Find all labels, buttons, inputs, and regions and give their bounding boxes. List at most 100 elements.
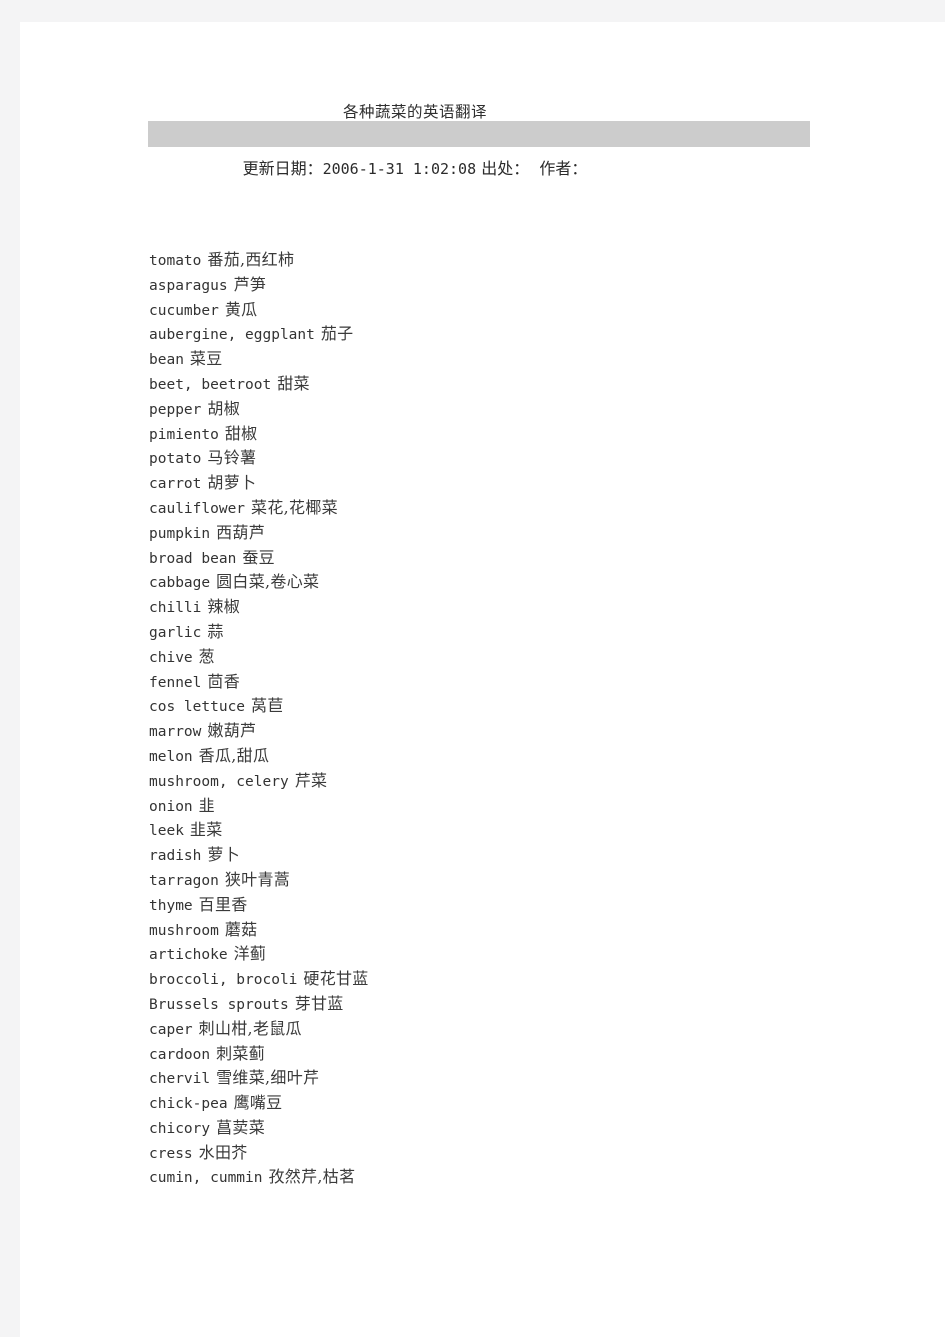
list-item: radish 萝卜 — [149, 843, 849, 868]
vegetable-english-name: garlic — [149, 624, 202, 641]
vegetable-english-name: cos lettuce — [149, 699, 246, 716]
vegetable-chinese-name: 蚕豆 — [242, 547, 275, 567]
vegetable-chinese-name: 雪维菜,细叶芹 — [216, 1068, 320, 1088]
document-page: 各种蔬菜的英语翻译 更新日期：2006-1-31 1:02:08 出处： 作者：… — [20, 22, 945, 1337]
vegetable-english-name: onion — [149, 798, 193, 815]
list-item: fennel 茴香 — [149, 670, 849, 695]
header-divider-bar — [148, 121, 810, 147]
update-date-value: 2006-1-31 1:02:08 — [322, 160, 477, 178]
vegetable-chinese-name: 圆白菜,卷心菜 — [216, 572, 320, 592]
vegetable-chinese-name: 芦笋 — [233, 274, 267, 294]
vegetable-translation-list: tomato 番茄,西红柿 asparagus 芦笋 cucumber 黄瓜 aubergi… — [149, 248, 849, 1190]
vegetable-chinese-name: 百里香 — [198, 894, 248, 914]
vegetable-english-name: chive — [149, 649, 193, 666]
vegetable-english-name: broccoli, brocoli — [149, 972, 298, 989]
vegetable-chinese-name: 香瓜,甜瓜 — [198, 745, 270, 765]
list-item: cucumber 黄瓜 — [149, 298, 849, 323]
list-item: leek 韭菜 — [149, 818, 849, 843]
list-item: potato 马铃薯 — [149, 446, 849, 471]
vegetable-chinese-name: 硬花甘蓝 — [303, 969, 369, 989]
list-item: Brussels sprouts 芽甘蓝 — [149, 992, 849, 1017]
list-item: pepper 胡椒 — [149, 397, 849, 422]
list-item: marrow 嫩葫芦 — [149, 719, 849, 744]
vegetable-english-name: cauliflower — [149, 500, 246, 517]
vegetable-english-name: Brussels sprouts — [149, 996, 289, 1013]
vegetable-english-name: asparagus — [149, 277, 228, 294]
list-item: cumin, cummin 孜然芹,枯茗 — [149, 1165, 849, 1190]
vegetable-chinese-name: 刺山柑,老鼠瓜 — [198, 1018, 302, 1038]
vegetable-chinese-name: 甜椒 — [224, 423, 258, 443]
vegetable-chinese-name: 嫩葫芦 — [207, 721, 257, 741]
vegetable-english-name: tomato — [149, 253, 202, 269]
list-item: tomato 番茄,西红柿 — [149, 248, 849, 273]
vegetable-english-name: melon — [149, 748, 193, 765]
vegetable-english-name: chicory — [149, 1120, 211, 1137]
vegetable-english-name: broad bean — [149, 550, 237, 567]
vegetable-chinese-name: 蒜 — [207, 621, 224, 641]
vegetable-english-name: carrot — [149, 476, 202, 493]
article-meta-line: 更新日期：2006-1-31 1:02:08 出处： 作者： — [20, 155, 810, 179]
vegetable-chinese-name: 韭 — [198, 795, 215, 815]
list-item: mushroom 蘑菇 — [149, 918, 849, 943]
list-item: aubergine, eggplant 茄子 — [149, 322, 849, 347]
list-item: chive 葱 — [149, 645, 849, 670]
vegetable-english-name: chervil — [149, 1071, 211, 1088]
vegetable-chinese-name: 辣椒 — [207, 597, 240, 617]
list-item: chervil 雪维菜,细叶芹 — [149, 1066, 849, 1091]
list-item: melon 香瓜,甜瓜 — [149, 744, 849, 769]
vegetable-english-name: aubergine, eggplant — [149, 327, 315, 344]
list-item: broad bean 蚕豆 — [149, 546, 849, 571]
list-item: asparagus 芦笋 — [149, 273, 849, 298]
vegetable-english-name: leek — [149, 823, 184, 840]
vegetable-english-name: chick-pea — [149, 1096, 228, 1113]
list-item: caper 刺山柑,老鼠瓜 — [149, 1017, 849, 1042]
vegetable-chinese-name: 菖荬菜 — [216, 1117, 266, 1137]
vegetable-chinese-name: 水田芥 — [198, 1142, 248, 1162]
list-item: bean 菜豆 — [149, 347, 849, 372]
list-item: cos lettuce 莴苣 — [149, 694, 849, 719]
vegetable-chinese-name: 芽甘蓝 — [294, 993, 344, 1013]
vegetable-chinese-name: 菜花,花椰菜 — [251, 497, 338, 517]
vegetable-chinese-name: 甜菜 — [277, 373, 310, 393]
page-title: 各种蔬菜的英语翻译 — [342, 103, 487, 121]
list-item: cardoon 刺菜蓟 — [149, 1042, 849, 1067]
list-item: mushroom, celery 芹菜 — [149, 769, 849, 794]
vegetable-chinese-name: 蘑菇 — [224, 919, 258, 939]
vegetable-english-name: pumpkin — [149, 525, 211, 542]
vegetable-english-name: potato — [149, 451, 202, 468]
vegetable-english-name: thyme — [149, 897, 193, 914]
vegetable-english-name: caper — [149, 1021, 193, 1038]
vegetable-chinese-name: 番茄,西红柿 — [207, 250, 295, 269]
list-item: cabbage 圆白菜,卷心菜 — [149, 570, 849, 595]
vegetable-english-name: tarragon — [149, 872, 219, 889]
vegetable-english-name: cardoon — [149, 1046, 211, 1063]
vegetable-chinese-name: 洋蓟 — [233, 944, 267, 964]
vegetable-english-name: beet, beetroot — [149, 376, 272, 393]
list-item: pumpkin 西葫芦 — [149, 521, 849, 546]
vegetable-chinese-name: 芹菜 — [294, 770, 328, 790]
vegetable-english-name: cumin, cummin — [149, 1170, 263, 1187]
vegetable-chinese-name: 鹰嘴豆 — [233, 1093, 283, 1113]
vegetable-chinese-name: 孜然芹,枯茗 — [268, 1167, 356, 1187]
vegetable-chinese-name: 莴苣 — [251, 696, 284, 716]
vegetable-chinese-name: 胡椒 — [207, 398, 240, 418]
update-date-label: 更新日期： — [242, 159, 323, 178]
vegetable-english-name: mushroom — [149, 922, 219, 939]
list-item: carrot 胡萝卜 — [149, 471, 849, 496]
vegetable-chinese-name: 葱 — [198, 646, 215, 666]
vegetable-chinese-name: 萝卜 — [207, 845, 240, 865]
vegetable-english-name: mushroom, celery — [149, 773, 289, 790]
list-item: garlic 蒜 — [149, 620, 849, 645]
vegetable-english-name: marrow — [149, 724, 202, 741]
list-item: pimiento 甜椒 — [149, 422, 849, 447]
page-top-margin-band — [0, 0, 945, 22]
vegetable-chinese-name: 马铃薯 — [207, 448, 257, 468]
vegetable-english-name: chilli — [149, 600, 202, 617]
vegetable-chinese-name: 韭菜 — [189, 820, 223, 840]
vegetable-chinese-name: 刺菜蓟 — [216, 1043, 266, 1063]
list-item: thyme 百里香 — [149, 893, 849, 918]
vegetable-chinese-name: 茴香 — [207, 671, 240, 691]
vegetable-english-name: artichoke — [149, 947, 228, 964]
vegetable-chinese-name: 菜豆 — [189, 349, 223, 369]
vegetable-english-name: pimiento — [149, 426, 219, 443]
